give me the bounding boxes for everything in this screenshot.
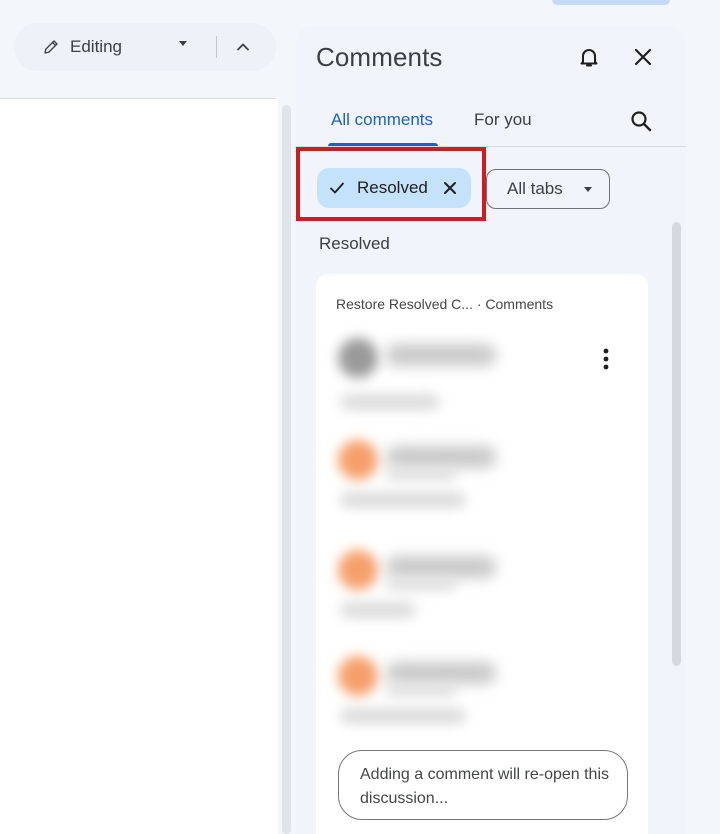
close-icon [634, 48, 652, 66]
check-icon [330, 182, 344, 194]
redacted-timestamp [386, 684, 456, 696]
search-icon [631, 111, 652, 132]
avatar [338, 338, 378, 378]
all-tabs-label: All tabs [507, 179, 563, 198]
comments-scrollbar[interactable] [672, 222, 681, 666]
chevron-up-icon [237, 43, 249, 51]
redacted-author [386, 556, 496, 578]
resolved-filter-chip[interactable]: Resolved [317, 168, 471, 208]
editing-toolbar: Editing [14, 23, 276, 71]
redacted-comment-entry [334, 550, 514, 640]
pencil-icon [44, 40, 58, 54]
document-scrollbar[interactable] [282, 105, 291, 834]
toolbar-divider [216, 36, 217, 58]
more-options-button[interactable] [596, 344, 616, 374]
tab-for-you[interactable]: For you [474, 110, 532, 130]
reply-placeholder: Adding a comment will re-open this discu… [360, 766, 610, 807]
top-accent-bar [552, 0, 670, 5]
resolved-section-heading: Resolved [319, 234, 390, 253]
tab-all-comments[interactable]: All comments [331, 110, 433, 130]
comments-panel: Comments All comments For you Resolved A… [296, 26, 686, 834]
collapse-toolbar-button[interactable] [228, 32, 258, 62]
thread-header: Restore Resolved C... · Comments [336, 296, 554, 312]
editing-mode-button[interactable]: Editing [42, 31, 212, 63]
redacted-text [340, 602, 416, 618]
remove-filter-icon[interactable] [441, 179, 459, 197]
more-vert-icon [603, 348, 609, 370]
comments-panel-title: Comments [316, 42, 443, 72]
avatar [338, 656, 378, 696]
caret-down-icon [179, 41, 187, 46]
document-page[interactable] [0, 99, 278, 834]
docs-window: Editing Comments All comments For you Re… [0, 0, 720, 834]
redacted-text [340, 708, 466, 724]
editing-mode-label: Editing [70, 37, 122, 56]
search-comments-button[interactable] [626, 106, 656, 136]
redacted-comment-entry [334, 440, 514, 530]
caret-down-icon [584, 187, 592, 192]
avatar [338, 440, 378, 480]
redacted-timestamp [386, 578, 456, 590]
resolved-comment-thread[interactable]: Restore Resolved C... · Comments Adding … [316, 274, 648, 834]
redacted-author [386, 446, 496, 468]
redacted-author [386, 344, 496, 366]
reply-input[interactable]: Adding a comment will re-open this discu… [338, 750, 628, 820]
avatar [338, 550, 378, 590]
redacted-comment-entry [334, 338, 514, 428]
close-panel-button[interactable] [628, 42, 658, 72]
notifications-button[interactable] [574, 42, 604, 72]
redacted-text [340, 492, 466, 508]
redacted-author [386, 662, 496, 684]
redacted-text [340, 394, 440, 410]
redacted-timestamp [386, 468, 456, 480]
bell-icon [580, 49, 598, 67]
redacted-comment-entry [334, 656, 514, 746]
resolved-chip-label: Resolved [357, 178, 428, 197]
all-tabs-dropdown[interactable]: All tabs [486, 169, 610, 209]
